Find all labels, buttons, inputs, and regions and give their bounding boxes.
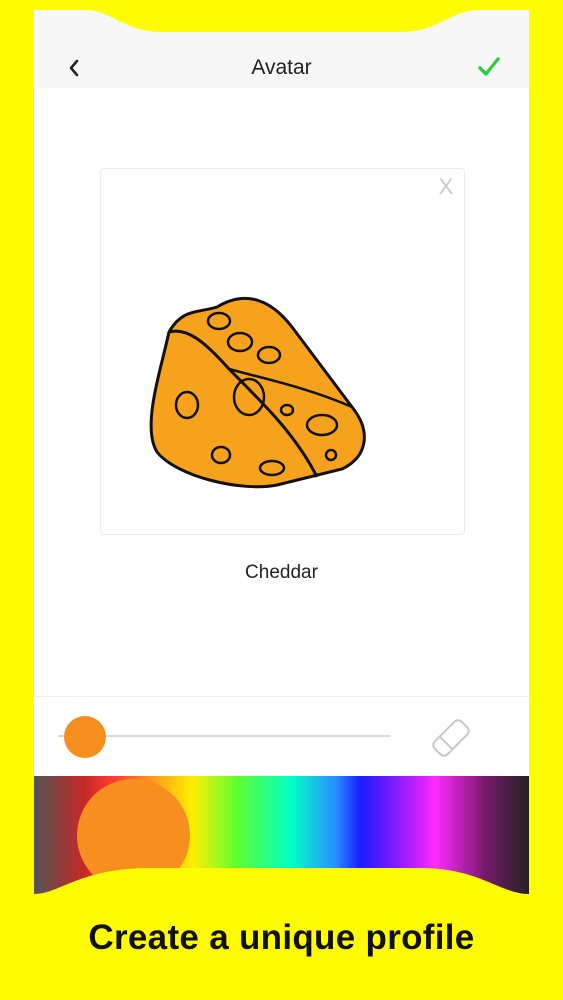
divider xyxy=(34,696,529,697)
cheese-wedge-drawing xyxy=(149,296,366,489)
eraser-button[interactable] xyxy=(426,713,476,763)
top-wave xyxy=(0,0,563,32)
checkmark-icon xyxy=(478,57,500,76)
avatar-name: Cheddar xyxy=(245,562,318,583)
brush-size-handle[interactable] xyxy=(63,716,106,758)
promo-caption: Create a unique profile xyxy=(88,918,475,957)
brush-size-slider[interactable] xyxy=(58,735,391,737)
eraser-icon xyxy=(432,719,470,757)
app-screen: Avatar X Cheddar xyxy=(34,10,529,894)
page-title: Avatar xyxy=(251,56,312,79)
clear-drawing-button[interactable]: X xyxy=(434,175,458,199)
avatar-card[interactable]: X xyxy=(100,168,465,535)
confirm-button[interactable] xyxy=(475,53,503,81)
